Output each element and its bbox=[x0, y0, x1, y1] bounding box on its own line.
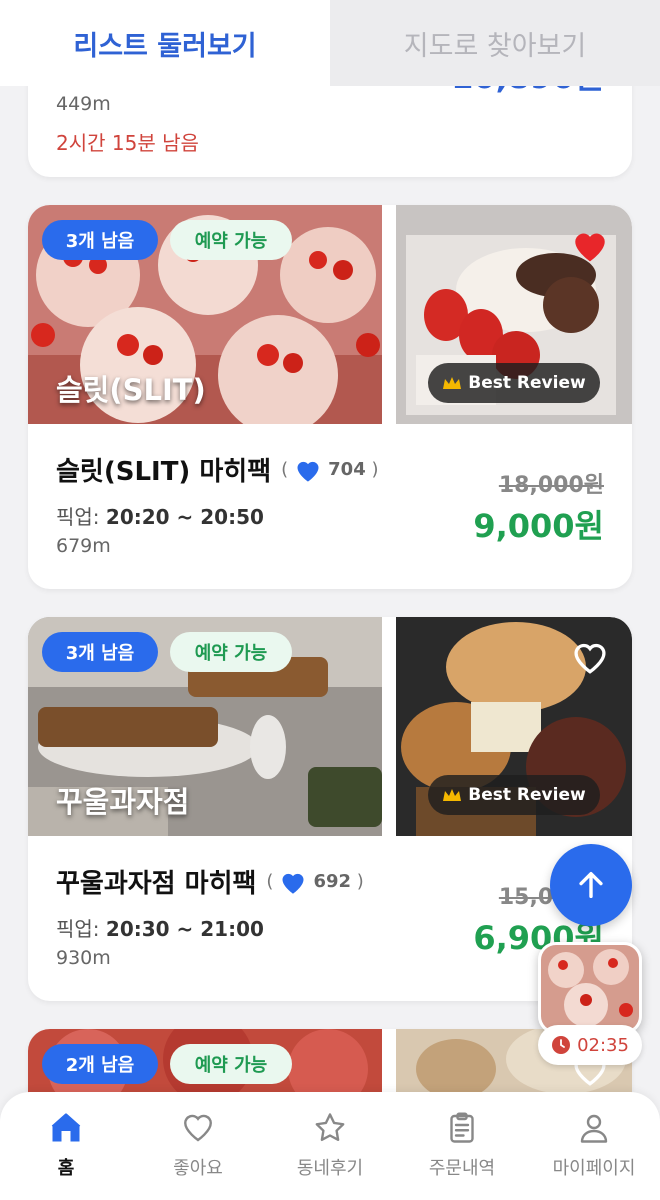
pickup-time-value: 20:30 ~ 21:00 bbox=[105, 917, 264, 941]
remaining-count-badge: 3개 남음 bbox=[42, 632, 158, 672]
pickup-label: 픽업: bbox=[56, 505, 100, 529]
store-overlay-name: 꾸울과자점 bbox=[56, 785, 190, 819]
top-tab-bar: 리스트 둘러보기 지도로 찾아보기 bbox=[0, 0, 660, 86]
nav-likes-label: 좋아요 bbox=[173, 1158, 223, 1179]
like-count-value: 692 bbox=[313, 871, 352, 892]
nav-home-label: 홈 bbox=[57, 1158, 75, 1179]
remaining-count-badge: 3개 남음 bbox=[42, 220, 158, 260]
store-photo: 3개 남음 예약 가능 꾸울과자점 bbox=[28, 617, 382, 836]
nav-orders-label: 주문내역 bbox=[428, 1158, 496, 1179]
best-review-badge: Best Review bbox=[428, 775, 600, 815]
distance: 930m bbox=[56, 947, 111, 969]
bottom-navigation: 홈 좋아요 동네후기 주문내역 마이페이지 bbox=[0, 1092, 660, 1200]
best-review-label: Best Review bbox=[468, 373, 586, 393]
remaining-count-badge: 2개 남음 bbox=[42, 1044, 158, 1084]
store-name-row: 꾸울과자점 마히팩 ( 692 ) bbox=[56, 863, 364, 900]
time-remaining: 2시간 15분 남음 bbox=[56, 131, 199, 155]
distance: 449m bbox=[56, 93, 111, 115]
heart-icon bbox=[297, 461, 319, 482]
reservation-badge: 예약 가능 bbox=[170, 220, 292, 260]
review-photo: Best Review bbox=[396, 617, 632, 836]
reservation-badge: 예약 가능 bbox=[170, 632, 292, 672]
like-count: ( 704 ) bbox=[281, 457, 378, 483]
store-name: 슬릿(SLIT) 마히팩 bbox=[56, 457, 272, 487]
heart-icon bbox=[184, 1114, 212, 1142]
nav-reviews-label: 동네후기 bbox=[296, 1158, 364, 1179]
pickup-countdown[interactable]: 02:35 bbox=[538, 1025, 642, 1065]
heart-icon bbox=[282, 873, 304, 894]
nav-likes[interactable]: 좋아요 bbox=[132, 1092, 264, 1200]
nav-orders[interactable]: 주문내역 bbox=[396, 1092, 528, 1200]
like-count-value: 704 bbox=[328, 459, 366, 480]
nav-reviews[interactable]: 동네후기 bbox=[264, 1092, 396, 1200]
pickup-time-value: 20:20 ~ 20:50 bbox=[105, 505, 264, 529]
arrow-up-icon bbox=[579, 871, 603, 899]
store-card[interactable]: 3개 남음 예약 가능 슬릿(SLIT) Best Review 슬릿(SLIT… bbox=[28, 205, 632, 589]
best-review-label: Best Review bbox=[468, 785, 586, 805]
sale-price: 10,890원 bbox=[451, 86, 604, 98]
favorite-heart-icon[interactable] bbox=[570, 639, 610, 675]
distance: 679m bbox=[56, 535, 111, 557]
favorite-heart-icon[interactable] bbox=[570, 227, 610, 263]
store-photo: 3개 남음 예약 가능 슬릿(SLIT) bbox=[28, 205, 382, 424]
nav-home[interactable]: 홈 bbox=[0, 1092, 132, 1200]
home-icon bbox=[51, 1113, 81, 1142]
nav-mypage-label: 마이페이지 bbox=[552, 1158, 636, 1179]
pickup-time: 픽업: 20:20 ~ 20:50 bbox=[56, 501, 264, 530]
like-count: ( 692 ) bbox=[266, 869, 364, 895]
crown-icon bbox=[443, 377, 462, 389]
scroll-to-top-button[interactable] bbox=[550, 844, 632, 926]
reservation-badge: 예약 가능 bbox=[170, 1044, 292, 1084]
active-order-thumbnail[interactable] bbox=[538, 942, 642, 1034]
star-icon bbox=[315, 1113, 345, 1142]
store-name: 꾸울과자점 마히팩 bbox=[56, 869, 257, 899]
clock-icon bbox=[552, 1036, 571, 1054]
tab-list-browse[interactable]: 리스트 둘러보기 bbox=[0, 0, 330, 86]
tab-map-browse[interactable]: 지도로 찾아보기 bbox=[330, 0, 660, 86]
nav-mypage[interactable]: 마이페이지 bbox=[528, 1092, 660, 1200]
clipboard-icon bbox=[450, 1112, 474, 1143]
store-card[interactable]: 3개 남음 예약 가능 꾸울과자점 Best Review 꾸울과자점 마히팩 … bbox=[28, 617, 632, 1001]
review-photo: Best Review bbox=[396, 205, 632, 424]
original-price: 18,000원 bbox=[498, 473, 604, 498]
store-overlay-name: 슬릿(SLIT) bbox=[56, 373, 206, 407]
store-name-row: 슬릿(SLIT) 마히팩 ( 704 ) bbox=[56, 451, 378, 488]
person-icon bbox=[580, 1114, 608, 1143]
countdown-value: 02:35 bbox=[577, 1034, 629, 1056]
sale-price: 9,000원 bbox=[473, 507, 604, 545]
pickup-label: 픽업: bbox=[56, 917, 100, 941]
store-card[interactable]: 10,890원 449m 2시간 15분 남음 bbox=[28, 86, 632, 177]
crown-icon bbox=[443, 789, 462, 801]
best-review-badge: Best Review bbox=[428, 363, 600, 403]
pickup-time: 픽업: 20:30 ~ 21:00 bbox=[56, 913, 264, 942]
